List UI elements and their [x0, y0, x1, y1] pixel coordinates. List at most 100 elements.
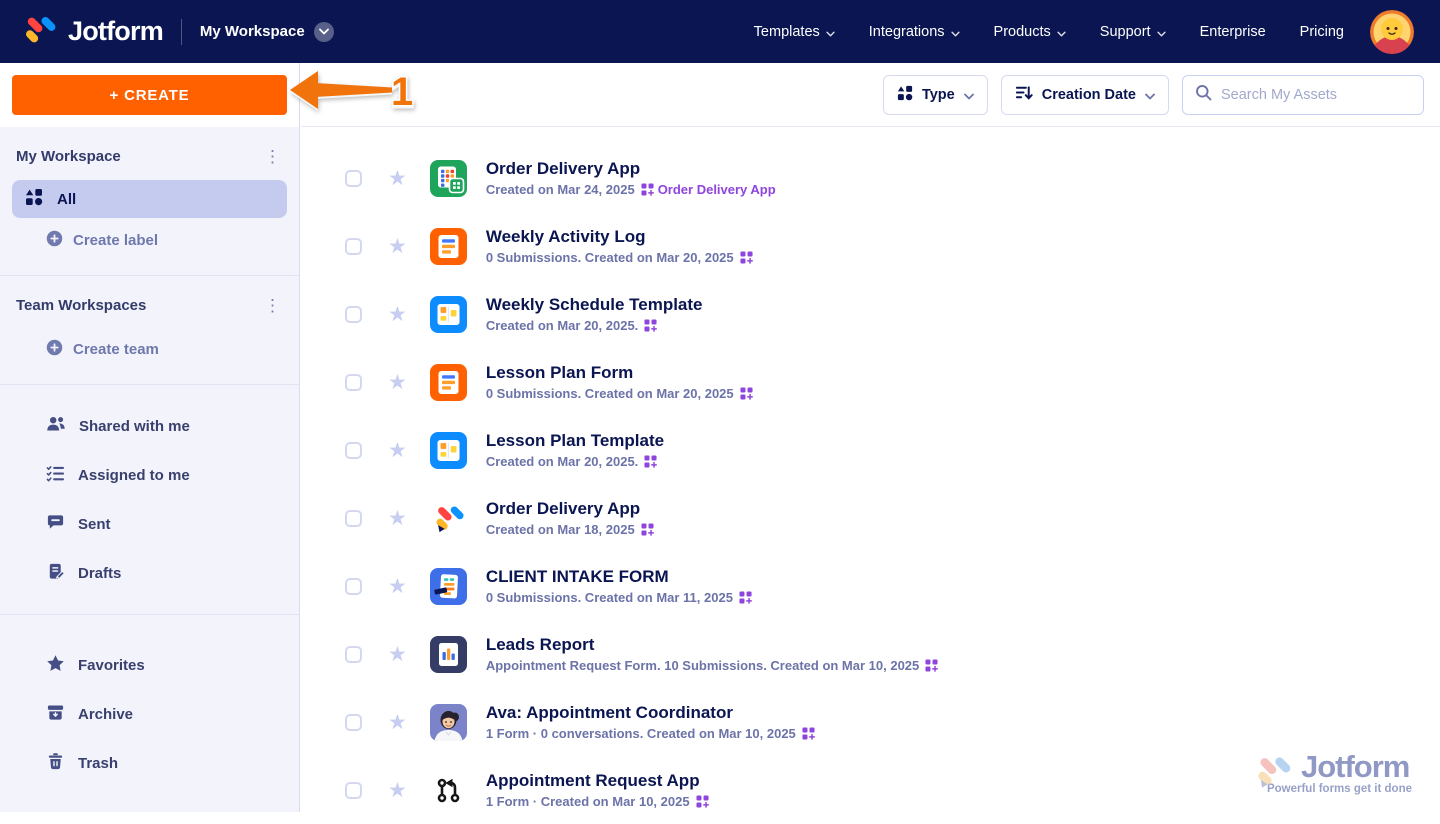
- item-app-link[interactable]: [925, 659, 942, 672]
- star-icon[interactable]: ★: [388, 576, 407, 597]
- nav-item-label: Products: [994, 24, 1051, 40]
- item-title[interactable]: Appointment Request App: [486, 771, 713, 791]
- user-avatar[interactable]: [1370, 10, 1414, 54]
- row-checkbox[interactable]: [345, 510, 362, 527]
- sidebar-item-archive[interactable]: Archive: [0, 690, 299, 739]
- trash-icon: [46, 752, 65, 775]
- checklist-icon: [46, 464, 65, 487]
- app-grid-icon: [740, 387, 753, 400]
- workspace-name: My Workspace: [200, 23, 305, 40]
- item-title[interactable]: Lesson Plan Form: [486, 363, 757, 383]
- item-title[interactable]: Weekly Activity Log: [486, 227, 757, 247]
- list-item[interactable]: ★ Order Delivery App Created on Mar 24, …: [301, 144, 1440, 212]
- star-icon[interactable]: ★: [388, 372, 407, 393]
- item-title[interactable]: Lesson Plan Template: [486, 431, 664, 451]
- item-app-link[interactable]: [696, 795, 713, 808]
- sort-descending-icon: [1015, 84, 1033, 105]
- list-item[interactable]: ★ CLIENT INTAKE FORM 0 Submissions. Crea…: [301, 552, 1440, 620]
- item-app-link[interactable]: [644, 319, 661, 332]
- nav-item-enterprise[interactable]: Enterprise: [1200, 24, 1266, 40]
- app-grid-icon: [802, 727, 815, 740]
- row-checkbox[interactable]: [345, 442, 362, 459]
- star-icon[interactable]: ★: [388, 304, 407, 325]
- item-app-link[interactable]: [739, 591, 756, 604]
- item-subtitle: 1 Form · 0 conversations. Created on Mar…: [486, 726, 819, 741]
- sidebar-item-trash[interactable]: Trash: [0, 739, 299, 788]
- sidebar-item-assigned-to-me[interactable]: Assigned to me: [0, 451, 299, 500]
- navbar-menu: Templates Integrations Products Support Ente…: [754, 23, 1344, 41]
- jotform-logo[interactable]: Jotform: [20, 11, 163, 53]
- plus-circle-icon: [46, 339, 63, 360]
- row-checkbox[interactable]: [345, 714, 362, 731]
- item-meta-text: Created on Mar 20, 2025.: [486, 318, 638, 333]
- my-workspace-section-title: My Workspace: [16, 148, 121, 165]
- nav-item-label: Support: [1100, 24, 1151, 40]
- star-icon[interactable]: ★: [388, 508, 407, 529]
- sidebar-item-shared-with-me[interactable]: Shared with me: [0, 401, 299, 451]
- nav-item-integrations[interactable]: Integrations: [869, 23, 960, 41]
- sort-button[interactable]: Creation Date: [1001, 75, 1169, 115]
- list-item[interactable]: ★ Ava: Appointment Coordinator 1 Form · …: [301, 688, 1440, 756]
- row-checkbox[interactable]: [345, 782, 362, 799]
- sidebar-item-drafts[interactable]: Drafts: [0, 549, 299, 598]
- create-button[interactable]: + CREATE: [12, 75, 287, 115]
- nav-item-templates[interactable]: Templates: [754, 23, 835, 41]
- kebab-menu-icon[interactable]: ⋮: [264, 148, 281, 165]
- item-meta-text: Created on Mar 20, 2025.: [486, 454, 638, 469]
- item-meta-text: 1 Form · Created on Mar 10, 2025: [486, 794, 690, 809]
- item-title[interactable]: Order Delivery App: [486, 499, 658, 519]
- report-navy-icon: [430, 636, 467, 673]
- star-icon[interactable]: ★: [388, 440, 407, 461]
- row-checkbox[interactable]: [345, 646, 362, 663]
- row-checkbox[interactable]: [345, 170, 362, 187]
- create-team-button[interactable]: Create team: [0, 327, 299, 368]
- item-app-link[interactable]: [641, 523, 658, 536]
- item-app-link[interactable]: Order Delivery App: [641, 182, 776, 197]
- star-icon[interactable]: ★: [388, 780, 407, 801]
- star-icon[interactable]: ★: [388, 644, 407, 665]
- app-grid-icon: [740, 251, 753, 264]
- item-app-link[interactable]: [644, 455, 661, 468]
- star-icon[interactable]: ★: [388, 236, 407, 257]
- app-grid-icon: [641, 523, 654, 536]
- list-item[interactable]: ★ Lesson Plan Form 0 Submissions. Create…: [301, 348, 1440, 416]
- list-item[interactable]: ★ Weekly Schedule Template Created on Ma…: [301, 280, 1440, 348]
- archive-box-icon: [46, 703, 65, 726]
- board-blue-icon: [430, 296, 467, 333]
- item-title[interactable]: Ava: Appointment Coordinator: [486, 703, 819, 723]
- all-assets-icon: [25, 188, 43, 210]
- type-filter-button[interactable]: Type: [883, 75, 988, 115]
- row-checkbox[interactable]: [345, 374, 362, 391]
- item-title[interactable]: Leads Report: [486, 635, 942, 655]
- create-label-button[interactable]: Create label: [0, 218, 299, 259]
- sidebar-item-label: Archive: [78, 706, 133, 723]
- workspace-switcher[interactable]: My Workspace: [200, 22, 334, 42]
- item-app-link[interactable]: [740, 387, 757, 400]
- star-icon[interactable]: ★: [388, 168, 407, 189]
- nav-item-pricing[interactable]: Pricing: [1300, 24, 1344, 40]
- item-app-link[interactable]: [740, 251, 757, 264]
- row-checkbox[interactable]: [345, 238, 362, 255]
- item-subtitle: Created on Mar 24, 2025 Order Delivery A…: [486, 182, 776, 197]
- item-title[interactable]: Order Delivery App: [486, 159, 776, 179]
- nav-item-support[interactable]: Support: [1100, 23, 1166, 41]
- item-subtitle: Created on Mar 20, 2025.: [486, 454, 664, 469]
- nav-item-products[interactable]: Products: [994, 23, 1066, 41]
- list-item[interactable]: ★ Leads Report Appointment Request Form.…: [301, 620, 1440, 688]
- sidebar-item-label: Favorites: [78, 657, 145, 674]
- search-input[interactable]: [1221, 87, 1411, 103]
- star-icon[interactable]: ★: [388, 712, 407, 733]
- list-item[interactable]: ★ Weekly Activity Log 0 Submissions. Cre…: [301, 212, 1440, 280]
- sidebar-item-sent[interactable]: Sent: [0, 500, 299, 549]
- row-checkbox[interactable]: [345, 578, 362, 595]
- item-title[interactable]: Weekly Schedule Template: [486, 295, 703, 315]
- sidebar-item-all[interactable]: All: [12, 180, 287, 218]
- list-item[interactable]: ★ Lesson Plan Template Created on Mar 20…: [301, 416, 1440, 484]
- item-app-link[interactable]: [802, 727, 819, 740]
- list-item[interactable]: ★ Order Delivery App Created on Mar 18, …: [301, 484, 1440, 552]
- chevron-down-icon: [314, 22, 334, 42]
- item-title[interactable]: CLIENT INTAKE FORM: [486, 567, 756, 587]
- sidebar-item-favorites[interactable]: Favorites: [0, 641, 299, 690]
- row-checkbox[interactable]: [345, 306, 362, 323]
- kebab-menu-icon[interactable]: ⋮: [264, 297, 281, 314]
